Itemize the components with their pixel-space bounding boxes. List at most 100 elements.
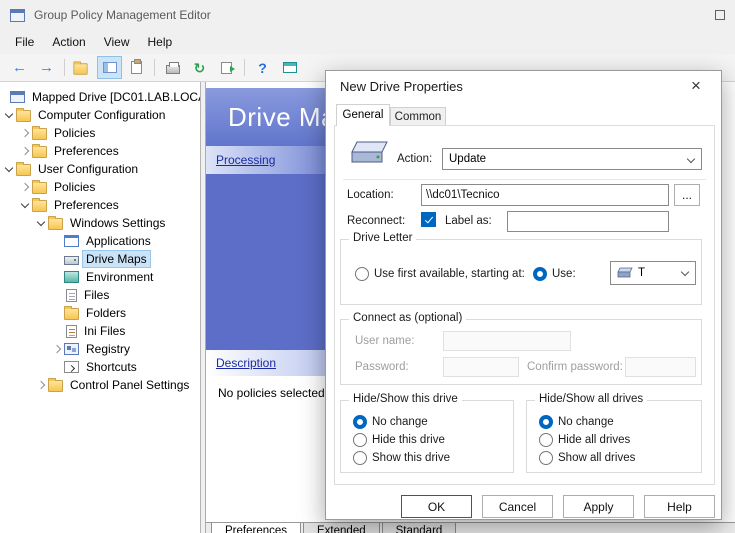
show-all-drives-radio[interactable]: [539, 451, 553, 465]
back-arrow-glyph: ←: [12, 60, 27, 75]
environment-icon: [64, 271, 79, 283]
tab-common[interactable]: Common: [390, 107, 446, 126]
hide-all-drives-label[interactable]: Hide all drives: [558, 434, 630, 446]
chevron-right-icon[interactable]: [18, 144, 32, 158]
new-drive-properties-dialog: New Drive Properties × General Common Ac…: [325, 70, 722, 520]
show-this-drive-label[interactable]: Show this drive: [372, 452, 450, 464]
use-label[interactable]: Use:: [552, 268, 576, 280]
separator: [343, 179, 706, 180]
menu-help[interactable]: Help: [139, 31, 182, 53]
tree-item-files[interactable]: Files: [0, 286, 200, 304]
tab-preferences[interactable]: Preferences: [211, 523, 301, 533]
applications-icon: [64, 235, 79, 247]
tab-general[interactable]: General: [336, 104, 390, 126]
chevron-down-icon[interactable]: [18, 198, 32, 212]
this-no-change-radio[interactable]: [353, 415, 367, 429]
tree-item-folders[interactable]: Folders: [0, 304, 200, 322]
tree-item-drive-maps[interactable]: Drive Maps: [0, 250, 200, 268]
action-dropdown[interactable]: Update: [442, 148, 702, 170]
user-name-label: User name:: [355, 335, 414, 347]
tree-item-windows-settings[interactable]: Windows Settings: [0, 214, 200, 232]
clipboard-glyph: [131, 61, 142, 74]
tree-item-label: Environment: [83, 269, 156, 285]
password-input: [443, 357, 519, 377]
tree-item-computer-configuration[interactable]: Computer Configuration: [0, 106, 200, 124]
chevron-down-icon[interactable]: [34, 216, 48, 230]
help-icon[interactable]: ?: [250, 56, 275, 79]
apply-button[interactable]: Apply: [563, 495, 634, 518]
maximize-icon[interactable]: [715, 10, 725, 20]
table-glyph: [283, 62, 297, 73]
hide-all-drives-radio[interactable]: [539, 433, 553, 447]
menu-action[interactable]: Action: [43, 31, 94, 53]
user-name-input: [443, 331, 571, 351]
pane-header: Drive Maps: [206, 88, 326, 146]
browse-button[interactable]: ...: [674, 184, 700, 206]
tree-item-shortcuts[interactable]: Shortcuts: [0, 358, 200, 376]
tree-item-label: Folders: [83, 305, 129, 321]
connect-as-group-title: Connect as (optional): [349, 312, 466, 324]
tree-item-registry[interactable]: Registry: [0, 340, 200, 358]
all-no-change-radio[interactable]: [539, 415, 553, 429]
tree-item-control-panel-settings[interactable]: Control Panel Settings: [0, 376, 200, 394]
paste-icon[interactable]: [124, 56, 149, 79]
cancel-button[interactable]: Cancel: [482, 495, 553, 518]
filter-icon[interactable]: [277, 56, 302, 79]
window-title: Group Policy Management Editor: [34, 8, 211, 22]
up-level-icon[interactable]: [70, 56, 95, 79]
chevron-down-icon[interactable]: [2, 162, 16, 176]
use-radio[interactable]: [533, 267, 547, 281]
tree-item-label: User Configuration: [35, 161, 141, 177]
action-value: Update: [449, 153, 486, 165]
tab-extended[interactable]: Extended: [303, 523, 380, 533]
tab-standard[interactable]: Standard: [382, 523, 457, 533]
hide-show-all-drives-group: Hide/Show all drives No change Hide all …: [526, 400, 702, 473]
location-input[interactable]: [421, 184, 669, 206]
tree-item-policies[interactable]: Policies: [0, 124, 200, 142]
label-as-input[interactable]: [507, 211, 669, 232]
tree-item-label: Policies: [51, 179, 98, 195]
no-policies-text: No policies selected: [218, 386, 325, 400]
chevron-right-icon[interactable]: [18, 126, 32, 140]
chevron-right-icon[interactable]: [50, 342, 64, 356]
refresh-icon[interactable]: ↻: [187, 56, 212, 79]
reconnect-checkbox[interactable]: [421, 212, 436, 227]
show-all-drives-label[interactable]: Show all drives: [558, 452, 635, 464]
console-icon: [10, 91, 25, 103]
tree-item-label: Control Panel Settings: [67, 377, 192, 393]
use-first-available-radio[interactable]: [355, 267, 369, 281]
all-no-change-label[interactable]: No change: [558, 416, 614, 428]
chevron-right-icon[interactable]: [18, 180, 32, 194]
hide-this-drive-radio[interactable]: [353, 433, 367, 447]
drive-letter-dropdown[interactable]: T: [610, 261, 696, 285]
close-icon[interactable]: ×: [685, 75, 707, 97]
tree-item-preferences[interactable]: Preferences: [0, 142, 200, 160]
registry-icon: [64, 343, 79, 355]
toolbar-separator: [154, 59, 155, 76]
back-icon[interactable]: ←: [7, 56, 32, 79]
show-console-tree-icon[interactable]: [97, 56, 122, 79]
this-no-change-label[interactable]: No change: [372, 416, 428, 428]
ok-button[interactable]: OK: [401, 495, 472, 518]
help-glyph: ?: [258, 61, 267, 75]
menu-file[interactable]: File: [6, 31, 43, 53]
tree-item-user-configuration[interactable]: User Configuration: [0, 160, 200, 178]
show-this-drive-radio[interactable]: [353, 451, 367, 465]
chevron-right-icon[interactable]: [34, 378, 48, 392]
drive-letter-group-title: Drive Letter: [349, 232, 416, 244]
tree-item-policies[interactable]: Policies: [0, 178, 200, 196]
help-button[interactable]: Help: [644, 495, 715, 518]
use-first-available-label[interactable]: Use first available, starting at:: [374, 268, 525, 280]
tree-item-ini-files[interactable]: Ini Files: [0, 322, 200, 340]
chevron-down-icon[interactable]: [2, 108, 16, 122]
export-list-icon[interactable]: [214, 56, 239, 79]
tree-item-environment[interactable]: Environment: [0, 268, 200, 286]
menu-view[interactable]: View: [95, 31, 139, 53]
hide-show-this-drive-title: Hide/Show this drive: [349, 393, 462, 405]
hide-this-drive-label[interactable]: Hide this drive: [372, 434, 445, 446]
tree-item-preferences[interactable]: Preferences: [0, 196, 200, 214]
tree-item-applications[interactable]: Applications: [0, 232, 200, 250]
tree-item-root[interactable]: Mapped Drive [DC01.LAB.LOCA: [0, 88, 200, 106]
forward-icon[interactable]: →: [34, 56, 59, 79]
print-icon[interactable]: [160, 56, 185, 79]
